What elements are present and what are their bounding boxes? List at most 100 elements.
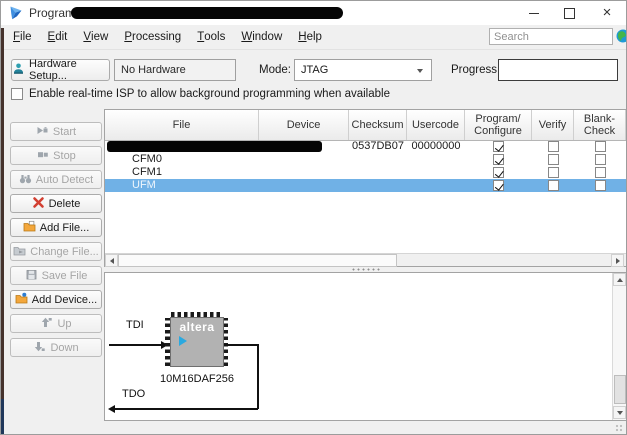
delete-icon <box>32 196 45 212</box>
tdi-wire <box>109 344 162 346</box>
table-row-file[interactable]: 0537DB07 00000000 <box>105 140 626 153</box>
save-file-button: Save File <box>10 266 102 285</box>
verify-checkbox[interactable] <box>547 154 559 165</box>
program-configure-checkbox[interactable] <box>493 167 504 178</box>
hardware-setup-label: Hardware Setup... <box>29 58 77 82</box>
device-name-label: 10M16DAF256 <box>160 373 234 385</box>
redacted-title-text <box>71 7 343 19</box>
column-header-blank[interactable]: Blank- Check <box>574 110 626 140</box>
column-header-usercode[interactable]: Usercode <box>407 110 465 140</box>
close-button[interactable]: × <box>588 1 626 25</box>
up-icon <box>40 316 53 332</box>
arrow-up-icon <box>616 277 623 282</box>
add-device-icon <box>15 292 28 308</box>
hardware-setup-icon <box>12 62 25 78</box>
save-file-icon <box>25 268 38 284</box>
verify-checkbox[interactable] <box>547 180 559 191</box>
table-row-ufm[interactable]: UFM <box>105 179 626 192</box>
menu-item-help[interactable]: Help <box>290 25 330 49</box>
usercode-cell: 00000000 <box>411 140 461 152</box>
checksum-cell: 0537DB07 <box>352 140 404 152</box>
column-header-program[interactable]: Program/ Configure <box>465 110 532 140</box>
window-bottom-strip <box>1 421 626 434</box>
action-button-label: Down <box>50 341 79 354</box>
tdo-arrow-icon <box>108 405 115 413</box>
mode-select[interactable]: JTAG <box>294 59 432 81</box>
down-icon <box>33 340 46 356</box>
scroll-right-button[interactable] <box>611 254 624 267</box>
start-button: Start <box>10 122 102 141</box>
action-button-label: Up <box>57 317 72 330</box>
scroll-left-button[interactable] <box>105 254 118 267</box>
minimize-button[interactable] <box>518 1 550 25</box>
table-header: File Device Checksum Usercode Program/ Confi… <box>105 110 626 141</box>
up-button: Up <box>10 314 102 333</box>
title-bar: Programmer - × <box>1 1 626 25</box>
column-header-checksum[interactable]: Checksum <box>349 110 407 140</box>
menu-item-view[interactable]: View <box>75 25 116 49</box>
scroll-up-button[interactable] <box>613 273 626 286</box>
blank-check-checkbox[interactable] <box>594 141 606 152</box>
verify-checkbox[interactable] <box>547 167 559 178</box>
arrow-left-icon <box>109 257 114 264</box>
stop-icon <box>36 148 49 164</box>
progress-label: Progress: <box>451 64 501 76</box>
action-button-label: Stop <box>53 149 76 162</box>
delete-button[interactable]: Delete <box>10 194 102 213</box>
splitter-handle-icon <box>351 268 381 271</box>
app-icon <box>8 5 24 21</box>
hardware-status-field: No Hardware <box>114 59 236 81</box>
search-input[interactable] <box>489 28 613 45</box>
arrow-down-icon <box>616 410 623 415</box>
column-header-verify[interactable]: Verify <box>532 110 574 140</box>
add-file-icon <box>23 220 36 236</box>
tdo-label: TDO <box>122 388 146 400</box>
vertical-scrollbar-thumb[interactable] <box>614 375 626 404</box>
verify-checkbox[interactable] <box>547 141 559 152</box>
program-configure-checkbox[interactable] <box>493 154 504 165</box>
menu-item-edit[interactable]: Edit <box>40 25 76 49</box>
screen-edge-artifact <box>1 28 4 399</box>
isp-checkbox[interactable] <box>11 88 23 100</box>
vendor-logo: altera <box>179 320 215 334</box>
vertical-scrollbar[interactable] <box>612 273 626 420</box>
action-button-label: Start <box>52 125 77 138</box>
add-device-button[interactable]: Add Device... <box>10 290 102 309</box>
menu-item-tools[interactable]: Tools <box>189 25 233 49</box>
column-header-file[interactable]: File <box>105 110 259 140</box>
table-row-cfm1[interactable]: CFM1 <box>105 166 626 179</box>
blank-check-checkbox[interactable] <box>594 167 606 178</box>
maximize-icon <box>563 7 575 19</box>
auto-detect-icon <box>19 172 32 188</box>
action-button-label: Auto Detect <box>35 173 94 186</box>
stop-button: Stop <box>10 146 102 165</box>
menu-item-window[interactable]: Window <box>233 25 290 49</box>
action-button-label: Change File... <box>30 245 99 258</box>
globe-icon <box>616 29 626 43</box>
maximize-button[interactable] <box>553 1 585 25</box>
program-configure-checkbox[interactable] <box>493 141 504 152</box>
screen-edge-artifact <box>1 399 4 434</box>
file-cell: CFM1 <box>132 166 162 178</box>
action-button-label: Add File... <box>39 221 90 234</box>
column-header-device[interactable]: Device <box>259 110 349 140</box>
file-cell: CFM0 <box>132 153 162 165</box>
tdo-wire-bottom <box>110 408 258 410</box>
program-configure-checkbox[interactable] <box>493 180 504 191</box>
file-cell: UFM <box>132 179 156 191</box>
resize-grip[interactable] <box>615 424 624 433</box>
blank-check-checkbox[interactable] <box>594 154 606 165</box>
scroll-down-button[interactable] <box>613 406 626 419</box>
table-row-cfm0[interactable]: CFM0 <box>105 153 626 166</box>
horizontal-scrollbar-thumb[interactable] <box>118 254 397 267</box>
add-file-button[interactable]: Add File... <box>10 218 102 237</box>
horizontal-scrollbar[interactable] <box>105 253 626 267</box>
start-icon <box>36 124 49 140</box>
minimize-icon <box>529 12 539 14</box>
hardware-setup-button[interactable]: Hardware Setup... <box>11 58 110 82</box>
redacted-file-name <box>107 141 322 152</box>
menu-item-file[interactable]: File <box>5 25 40 49</box>
blank-check-checkbox[interactable] <box>594 180 606 191</box>
vendor-logo-triangle-icon <box>179 336 187 346</box>
menu-item-processing[interactable]: Processing <box>116 25 189 49</box>
